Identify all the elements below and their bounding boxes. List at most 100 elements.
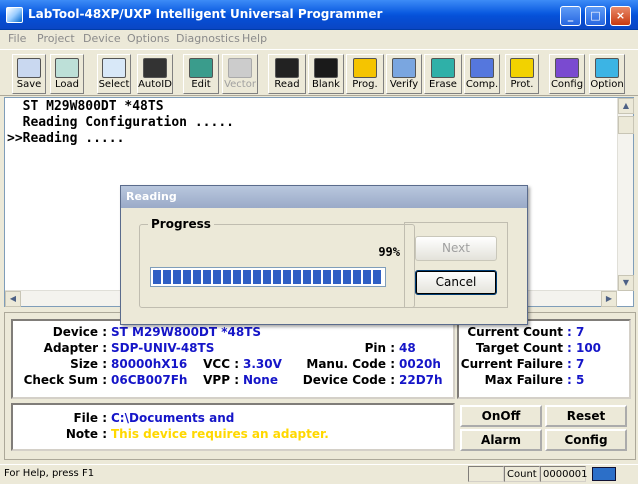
dialog-button-group: Next Cancel	[404, 222, 508, 308]
progress-bar-fill	[153, 270, 381, 284]
vpp-value: None	[243, 373, 278, 387]
pin-value: 48	[399, 341, 416, 355]
erase-label: Erase	[429, 79, 457, 90]
option-label: Option	[590, 79, 624, 90]
scroll-thumb[interactable]	[618, 116, 634, 134]
read-label: Read	[274, 79, 300, 90]
menu-help[interactable]: Help	[242, 32, 267, 45]
toolbar: Save Load Select AutoID Edit Vector Read…	[0, 49, 638, 96]
vcc-label: VCC :	[203, 357, 239, 371]
compare-icon	[470, 58, 494, 78]
reset-button[interactable]: Reset	[545, 405, 627, 427]
device-code-value: 22D7h	[399, 373, 443, 387]
manu-code-label: Manu. Code :	[306, 357, 395, 371]
checksum-label: Check Sum :	[23, 373, 107, 387]
edit-button[interactable]: Edit	[183, 54, 219, 94]
current-count-value: : 7	[567, 325, 585, 339]
vertical-scrollbar[interactable]: ▲ ▼	[617, 98, 634, 291]
app-icon[interactable]	[6, 7, 23, 23]
load-button[interactable]: Load	[50, 54, 84, 94]
verify-icon	[392, 58, 416, 78]
select-button[interactable]: Select	[97, 54, 131, 94]
load-icon	[55, 58, 79, 78]
max-failure-label: Max Failure	[484, 373, 563, 387]
vcc-value: 3.30V	[243, 357, 282, 371]
read-button[interactable]: Read	[268, 54, 306, 94]
note-value: This device requires an adapter.	[111, 427, 329, 441]
status-count-value: 0000001	[540, 466, 588, 482]
option-icon	[595, 58, 619, 78]
status-count-label: Count	[504, 466, 540, 482]
option-button[interactable]: Option	[589, 54, 625, 94]
maximize-button[interactable]: □	[585, 6, 606, 26]
save-button[interactable]: Save	[12, 54, 46, 94]
progress-group: Progress 99%	[139, 217, 415, 308]
load-label: Load	[55, 79, 79, 90]
reading-dialog: Reading Progress 99% Next Cancel	[120, 185, 528, 325]
status-help-text: For Help, press F1	[4, 468, 95, 479]
max-failure-value: : 5	[567, 373, 585, 387]
checksum-value: 06CB007Fh	[111, 373, 188, 387]
vpp-label: VPP :	[203, 373, 239, 387]
menu-bar: File Project Device Options Diagnostics …	[0, 30, 638, 48]
scroll-down-icon[interactable]: ▼	[618, 275, 634, 291]
blank-button[interactable]: Blank	[308, 54, 344, 94]
next-button[interactable]: Next	[415, 236, 497, 261]
current-failure-value: : 7	[567, 357, 585, 371]
vector-label: Vector	[224, 79, 256, 90]
log-line: ST M29W800DT *48TS	[7, 99, 164, 114]
menu-project[interactable]: Project	[37, 32, 75, 45]
scroll-left-icon[interactable]: ◀	[5, 291, 21, 307]
note-label: Note :	[65, 427, 107, 441]
menu-file[interactable]: File	[8, 32, 26, 45]
config-button[interactable]: Config	[549, 54, 585, 94]
cancel-button[interactable]: Cancel	[415, 270, 497, 295]
maximize-icon: □	[590, 9, 601, 22]
erase-button[interactable]: Erase	[424, 54, 462, 94]
autoid-icon	[143, 58, 167, 78]
minimize-button[interactable]: _	[560, 6, 581, 26]
compare-button[interactable]: Comp.	[464, 54, 500, 94]
panel-config-button[interactable]: Config	[545, 429, 627, 451]
status-pane	[468, 466, 504, 482]
edit-label: Edit	[191, 79, 211, 90]
autoid-button[interactable]: AutoID	[137, 54, 173, 94]
dialog-title: Reading	[121, 186, 527, 208]
progress-bar	[150, 267, 386, 287]
title-bar: LabTool-48XP/UXP Intelligent Universal P…	[0, 0, 638, 30]
current-count-label: Current Count	[467, 325, 563, 339]
size-value: 80000hX16	[111, 357, 188, 371]
scroll-up-icon[interactable]: ▲	[618, 98, 634, 114]
menu-device[interactable]: Device	[83, 32, 121, 45]
log-line: Reading Configuration .....	[7, 115, 234, 130]
file-note-box: File : C:\Documents and Note : This devi…	[11, 403, 455, 451]
target-count-value: : 100	[567, 341, 602, 355]
device-connection-icon	[592, 467, 616, 481]
blank-label: Blank	[312, 79, 340, 90]
window-title: LabTool-48XP/UXP Intelligent Universal P…	[28, 7, 383, 21]
verify-button[interactable]: Verify	[386, 54, 422, 94]
onoff-button[interactable]: OnOff	[460, 405, 542, 427]
program-button[interactable]: Prog.	[346, 54, 384, 94]
adapter-label: Adapter :	[43, 341, 107, 355]
protect-button[interactable]: Prot.	[505, 54, 539, 94]
menu-options[interactable]: Options	[127, 32, 169, 45]
file-label: File :	[73, 411, 107, 425]
close-icon: ×	[615, 9, 626, 22]
protect-label: Prot.	[510, 79, 534, 90]
vector-button[interactable]: Vector	[222, 54, 258, 94]
erase-icon	[431, 58, 455, 78]
alarm-button[interactable]: Alarm	[460, 429, 542, 451]
menu-diagnostics[interactable]: Diagnostics	[176, 32, 240, 45]
device-value: ST M29W800DT *48TS	[111, 325, 262, 339]
program-label: Prog.	[352, 79, 378, 90]
device-info-box: Device : ST M29W800DT *48TS Adapter : SD…	[11, 319, 455, 399]
current-failure-label: Current Failure	[460, 357, 563, 371]
adapter-value: SDP-UNIV-48TS	[111, 341, 215, 355]
protect-icon	[510, 58, 534, 78]
scroll-right-icon[interactable]: ▶	[601, 291, 617, 307]
close-button[interactable]: ×	[610, 6, 631, 26]
save-label: Save	[16, 79, 42, 90]
log-line: >>Reading .....	[7, 131, 125, 146]
file-value: C:\Documents and	[111, 411, 235, 425]
